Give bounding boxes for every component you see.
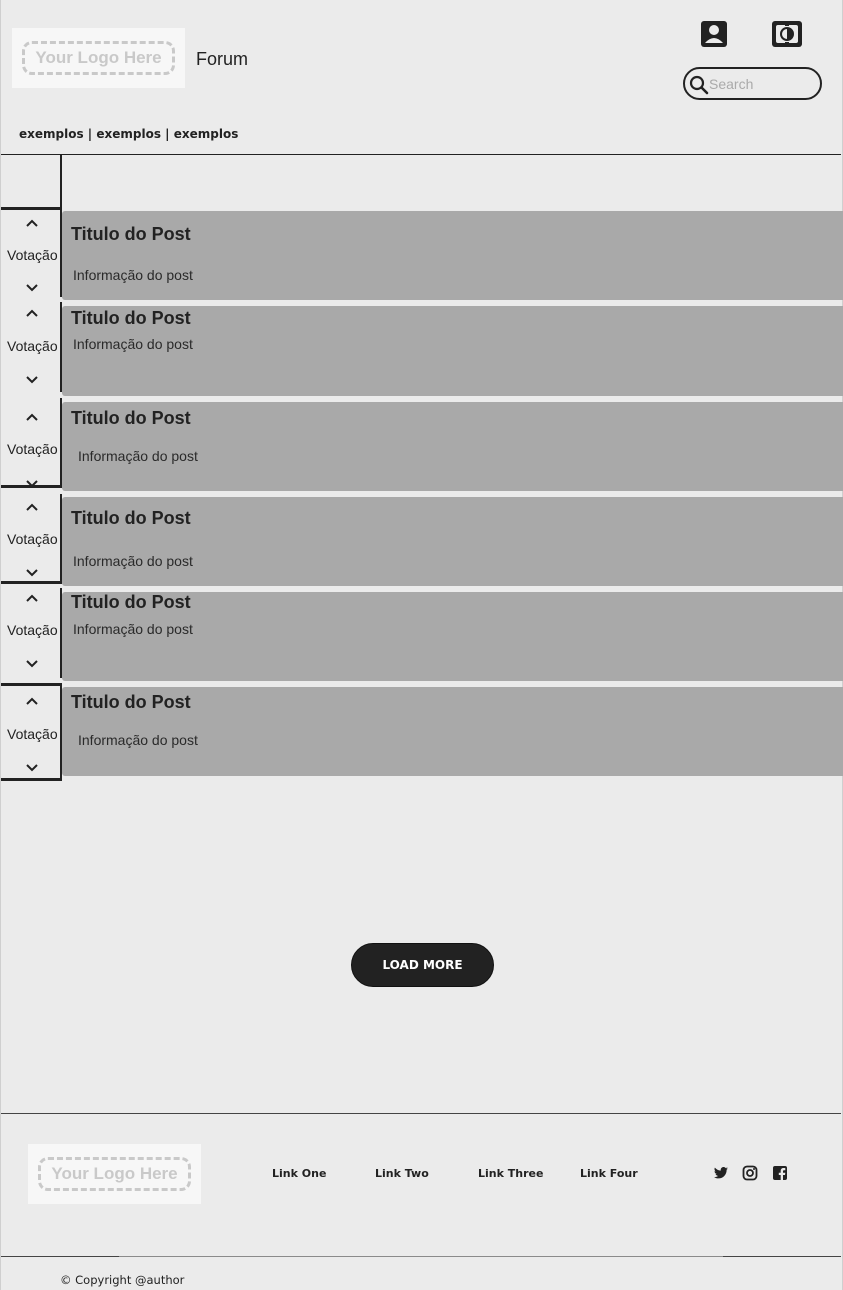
post-card[interactable]: Titulo do Post Informação do post (62, 687, 843, 776)
vote-column: Votação (1, 683, 62, 781)
vote-label: Votação (7, 338, 58, 354)
post-info: Informação do post (78, 448, 198, 464)
post-item: Votação Titulo do Post Informação do pos… (1, 302, 843, 396)
upvote-icon[interactable] (25, 412, 39, 422)
post-card[interactable]: Titulo do Post Informação do post (62, 497, 843, 586)
upvote-icon[interactable] (25, 218, 39, 228)
search-input[interactable] (709, 73, 814, 95)
footer-logo[interactable]: Your Logo Here (28, 1144, 201, 1204)
vote-label: Votação (7, 726, 58, 742)
downvote-icon[interactable] (25, 659, 39, 669)
upvote-icon[interactable] (25, 308, 39, 318)
nav-link[interactable]: exemplos (174, 127, 239, 141)
vote-label: Votação (7, 622, 58, 638)
breadcrumb: exemplos | exemplos | exemplos (19, 127, 238, 141)
vote-label: Votação (7, 247, 58, 263)
footer-bottom-divider-highlight (119, 1256, 723, 1257)
nav-separator: | (83, 127, 97, 141)
footer-link-two[interactable]: Link Two (375, 1167, 429, 1180)
header-logo-text: Your Logo Here (22, 41, 175, 75)
facebook-icon[interactable] (772, 1165, 788, 1181)
footer-logo-text: Your Logo Here (38, 1157, 191, 1191)
post-item: Votação Titulo do Post Informação do pos… (1, 207, 843, 300)
post-title[interactable]: Titulo do Post (71, 592, 191, 613)
nav-separator: | (161, 127, 174, 141)
upvote-icon[interactable] (25, 502, 39, 512)
account-box-icon (701, 21, 727, 47)
instagram-icon[interactable] (742, 1165, 758, 1181)
post-card[interactable]: Titulo do Post Informação do post (62, 306, 843, 396)
search-icon (689, 75, 709, 95)
downvote-icon[interactable] (25, 568, 39, 578)
vote-column: Votação (1, 494, 62, 584)
brightness-contrast-icon (772, 21, 802, 47)
downvote-icon[interactable] (25, 283, 39, 293)
footer-divider (1, 1113, 841, 1114)
vote-column: Votação (1, 207, 62, 297)
nav-link[interactable]: exemplos (19, 127, 84, 141)
search-box[interactable] (683, 67, 822, 100)
profile-button[interactable] (699, 19, 729, 49)
post-card[interactable]: Titulo do Post Informação do post (62, 402, 843, 491)
vote-column-divider (60, 155, 62, 207)
vote-label: Votação (7, 441, 58, 457)
post-title[interactable]: Titulo do Post (71, 508, 191, 529)
upvote-icon[interactable] (25, 593, 39, 603)
theme-toggle-button[interactable] (771, 19, 802, 49)
post-title[interactable]: Titulo do Post (71, 224, 191, 245)
vote-column: Votação (1, 398, 62, 488)
post-info: Informação do post (73, 336, 193, 352)
upvote-icon[interactable] (25, 696, 39, 706)
downvote-icon[interactable] (25, 375, 39, 385)
vote-column: Votação (1, 588, 62, 678)
post-item: Votação Titulo do Post Informação do pos… (1, 588, 843, 681)
post-item: Votação Titulo do Post Informação do pos… (1, 683, 843, 781)
twitter-icon[interactable] (713, 1165, 729, 1181)
post-item: Votação Titulo do Post Informação do pos… (1, 398, 843, 491)
post-title[interactable]: Titulo do Post (71, 692, 191, 713)
nav-link[interactable]: exemplos (96, 127, 161, 141)
post-card[interactable]: Titulo do Post Informação do post (62, 592, 843, 681)
copyright-text: © Copyright @author (60, 1273, 185, 1287)
post-info: Informação do post (73, 553, 193, 569)
downvote-icon[interactable] (25, 763, 39, 773)
post-title[interactable]: Titulo do Post (71, 408, 191, 429)
page-title: Forum (196, 49, 249, 69)
header-divider (1, 154, 841, 155)
post-title[interactable]: Titulo do Post (71, 308, 191, 329)
footer-link-four[interactable]: Link Four (580, 1167, 638, 1180)
vote-label: Votação (7, 531, 58, 547)
footer-link-three[interactable]: Link Three (478, 1167, 543, 1180)
post-card[interactable]: Titulo do Post Informação do post (62, 211, 843, 300)
vote-column: Votação (1, 302, 62, 392)
post-info: Informação do post (73, 267, 193, 283)
footer-link-one[interactable]: Link One (272, 1167, 326, 1180)
post-info: Informação do post (73, 621, 193, 637)
load-more-button[interactable]: LOAD MORE (351, 943, 494, 987)
post-info: Informação do post (78, 732, 198, 748)
post-item: Votação Titulo do Post Informação do pos… (1, 494, 843, 586)
header-logo[interactable]: Your Logo Here (12, 28, 185, 88)
